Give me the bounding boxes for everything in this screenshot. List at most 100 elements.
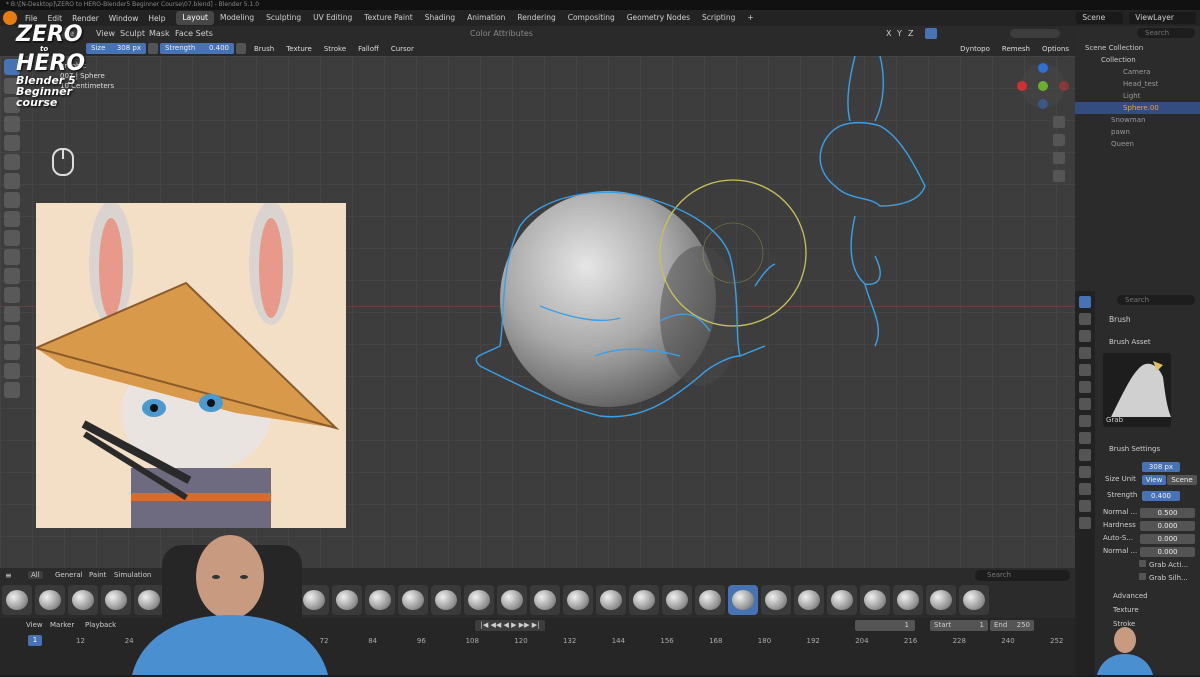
shading-modes-icon[interactable] [1010, 29, 1060, 38]
brush-asset-thumbnail[interactable] [68, 585, 98, 615]
grab-active-checkbox[interactable]: Grab Acti... [1139, 560, 1188, 571]
asset-tab-paint[interactable]: Paint [89, 571, 106, 579]
trim-tool-icon[interactable] [4, 173, 20, 189]
tab-compositing[interactable]: Compositing [562, 11, 621, 25]
tab-rendering[interactable]: Rendering [511, 11, 561, 25]
tab-shading[interactable]: Shading [419, 11, 461, 25]
mask-box-tool-icon[interactable] [4, 135, 20, 151]
outliner-search-input[interactable]: Search [1137, 28, 1195, 38]
asset-shelf-menu-icon[interactable]: ≡ [5, 571, 12, 580]
timeline-menu-playback[interactable]: Playback [85, 621, 116, 629]
physics-tab-icon[interactable] [1079, 449, 1091, 461]
menu-window[interactable]: Window [104, 14, 144, 23]
brush-asset-thumbnail[interactable] [2, 585, 32, 615]
brush-asset-thumbnail[interactable] [728, 585, 758, 615]
brush-asset-thumbnail[interactable] [827, 585, 857, 615]
outliner-item-snowman[interactable]: Snowman [1075, 114, 1200, 126]
outliner-item-head-test[interactable]: Head_test [1075, 78, 1200, 90]
end-frame-field[interactable]: End 250 [990, 620, 1034, 631]
annotate-tool-icon[interactable] [4, 382, 20, 398]
blender-logo-icon[interactable] [3, 11, 17, 25]
viewport-gizmo-toggle-icon[interactable] [925, 28, 937, 39]
strength-value-field[interactable]: 0.400 [1142, 491, 1180, 501]
tool-tab-icon[interactable] [1079, 296, 1091, 308]
stroke-dropdown[interactable]: Stroke [318, 45, 352, 53]
brush-asset-thumbnail[interactable] [629, 585, 659, 615]
timeline-menu-marker[interactable]: Marker [50, 621, 74, 629]
brush-asset-thumbnail[interactable] [530, 585, 560, 615]
view-layer-tab-icon[interactable] [1079, 347, 1091, 359]
scene-tab-icon[interactable] [1079, 364, 1091, 376]
zoom-icon[interactable] [1053, 116, 1065, 128]
render-tab-icon[interactable] [1079, 313, 1091, 325]
outliner-item-queen[interactable]: Queen [1075, 138, 1200, 150]
color-filter-tool-icon[interactable] [4, 249, 20, 265]
cursor-dropdown[interactable]: Cursor [385, 45, 420, 53]
output-tab-icon[interactable] [1079, 330, 1091, 342]
brush-asset-thumbnail[interactable] [959, 585, 989, 615]
grab-silhouette-checkbox[interactable]: Grab Silh... [1139, 573, 1188, 584]
edit-face-set-tool-icon[interactable] [4, 268, 20, 284]
navigation-gizmo[interactable] [1017, 63, 1069, 109]
playback-controls[interactable]: |◀ ◀◀ ◀ ▶ ▶▶ ▶| [475, 620, 545, 631]
brush-asset-thumbnail[interactable] [794, 585, 824, 615]
outliner-item-light[interactable]: Light [1075, 90, 1200, 102]
timeline-menu-view[interactable]: View [26, 621, 43, 629]
tab-texture-paint[interactable]: Texture Paint [358, 11, 418, 25]
cloth-filter-tool-icon[interactable] [4, 230, 20, 246]
asset-tab-general[interactable]: General [55, 571, 83, 579]
brush-asset-thumbnail[interactable] [431, 585, 461, 615]
falloff-dropdown[interactable]: Falloff [352, 45, 385, 53]
axis-y-toggle[interactable]: Y [897, 28, 902, 39]
tab-uv-editing[interactable]: UV Editing [307, 11, 358, 25]
axis-z-toggle[interactable]: Z [908, 28, 913, 39]
options-dropdown[interactable]: Options [1036, 45, 1075, 53]
brush-asset-thumbnail[interactable] [860, 585, 890, 615]
properties-search-input[interactable]: Search [1117, 295, 1195, 305]
brush-asset-thumbnail[interactable] [761, 585, 791, 615]
brush-asset-thumbnail[interactable] [596, 585, 626, 615]
brush-asset-thumbnail[interactable] [695, 585, 725, 615]
brush-asset-thumbnail[interactable] [398, 585, 428, 615]
view-layer-selector[interactable]: ViewLayer [1129, 12, 1196, 24]
size-unit-scene-button[interactable]: Scene [1167, 475, 1197, 485]
outliner-item-sphere[interactable]: Sphere.00 [1075, 102, 1200, 114]
tab-animation[interactable]: Animation [461, 11, 511, 25]
hardness-field[interactable]: 0.000 [1140, 521, 1195, 531]
brush-asset-thumbnail[interactable] [662, 585, 692, 615]
brush-asset-thumbnail[interactable] [893, 585, 923, 615]
start-frame-field[interactable]: Start 1 [930, 620, 988, 631]
asset-tab-all[interactable]: All [28, 571, 43, 579]
outliner-item-pawn[interactable]: pawn [1075, 126, 1200, 138]
menu-view[interactable]: View [96, 28, 115, 39]
outliner-item-collection[interactable]: Collection [1075, 54, 1200, 66]
scene-selector[interactable]: Scene [1076, 12, 1124, 24]
data-tab-icon[interactable] [1079, 483, 1091, 495]
normal-weight-field[interactable]: 0.000 [1140, 547, 1195, 557]
scale-tool-icon[interactable] [4, 363, 20, 379]
tab-scripting[interactable]: Scripting [696, 11, 741, 25]
pan-hand-icon[interactable] [1053, 134, 1065, 146]
texture-dropdown[interactable]: Texture [280, 45, 318, 53]
asset-shelf-search-input[interactable]: Search [975, 570, 1070, 581]
auto-smooth-field[interactable]: 0.000 [1140, 534, 1195, 544]
size-unit-view-button[interactable]: View [1142, 475, 1166, 485]
remesh-dropdown[interactable]: Remesh [996, 45, 1036, 53]
axis-x-toggle[interactable]: X [886, 28, 891, 39]
menu-face-sets[interactable]: Face Sets [175, 28, 213, 39]
brush-asset-thumbnail[interactable] [464, 585, 494, 615]
tab-geometry-nodes[interactable]: Geometry Nodes [621, 11, 696, 25]
brush-asset-thumbnail[interactable] [35, 585, 65, 615]
texture-tab-icon[interactable] [1079, 517, 1091, 529]
color-attributes-dropdown[interactable]: Color Attributes [470, 28, 533, 39]
brush-dropdown[interactable]: Brush [248, 45, 280, 53]
mesh-filter-tool-icon[interactable] [4, 211, 20, 227]
constraints-tab-icon[interactable] [1079, 466, 1091, 478]
texture-section[interactable]: Texture [1113, 605, 1139, 616]
brush-asset-thumbnail[interactable] [497, 585, 527, 615]
particles-tab-icon[interactable] [1079, 432, 1091, 444]
camera-view-icon[interactable] [1053, 152, 1065, 164]
frame-indicator[interactable]: 1 [28, 635, 42, 646]
menu-mask[interactable]: Mask [149, 28, 170, 39]
menu-sculpt[interactable]: Sculpt [120, 28, 145, 39]
